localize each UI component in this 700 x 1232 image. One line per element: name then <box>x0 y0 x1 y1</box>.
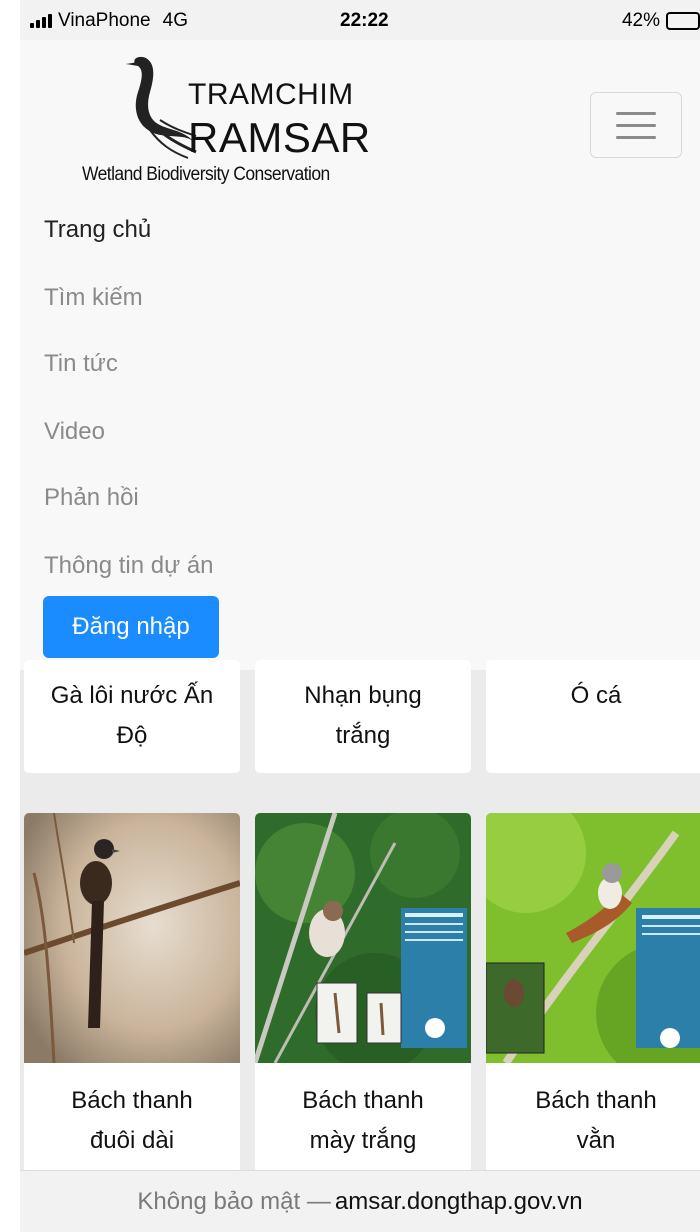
species-card[interactable]: Nhạn bụng trắng <box>255 660 471 773</box>
battery-info: 42% <box>622 10 700 32</box>
species-card[interactable]: Bách thanh vằn <box>486 813 700 1173</box>
carrier-info: VinaPhone 4G <box>30 10 188 32</box>
card-title-line1: Bách thanh <box>302 1087 424 1114</box>
network-type: 4G <box>162 10 188 31</box>
battery-icon <box>666 12 700 30</box>
species-card[interactable]: Gà lôi nước Ấn Độ <box>24 660 240 773</box>
signal-icon <box>30 14 52 28</box>
card-title-line2: mày trắng <box>309 1127 417 1154</box>
security-label: Không bảo mật — <box>137 1187 331 1215</box>
nav-item-search[interactable]: Tìm kiếm <box>44 284 143 312</box>
nav-item-home[interactable]: Trang chủ <box>44 216 151 244</box>
card-title-line2: trắng <box>335 722 391 749</box>
card-title-line1: Ó cá <box>570 682 622 709</box>
logo-line2: RAMSAR <box>188 114 371 161</box>
species-card[interactable]: Ó cá <box>486 660 700 773</box>
logo-tagline: Wetland Biodiversity Conservation <box>82 164 330 185</box>
species-photo <box>486 813 700 1063</box>
clock: 22:22 <box>340 10 389 31</box>
card-title-line1: Gà lôi nước Ấn <box>50 682 214 709</box>
hamburger-icon <box>616 111 656 115</box>
status-bar: VinaPhone 4G 22:22 42% <box>20 0 700 40</box>
nav-item-project-info[interactable]: Thông tin dự án <box>44 552 214 580</box>
species-card[interactable]: Bách thanh đuôi dài <box>24 813 240 1173</box>
site-header: TRAMCHIM RAMSAR Wetland Biodiversity Con… <box>20 40 700 200</box>
species-photo <box>255 813 471 1063</box>
card-title-line1: Bách thanh <box>71 1087 193 1114</box>
crane-logo-icon <box>126 56 197 159</box>
nav-menu: Trang chủ Tìm kiếm Tin tức Video Phản hồ… <box>20 200 700 670</box>
nav-item-video[interactable]: Video <box>44 418 105 446</box>
carrier-name: VinaPhone <box>58 10 151 31</box>
hamburger-icon-bar <box>616 135 656 139</box>
browser-viewport: VinaPhone 4G 22:22 42% TRAMCHIM RAMSAR W… <box>20 0 700 1232</box>
card-title-line1: Bách thanh <box>535 1087 657 1114</box>
species-card[interactable]: Bách thanh mày trắng <box>255 813 471 1173</box>
species-grid: Gà lôi nước Ấn Độ Nhạn bụng trắng Ó cá B… <box>20 660 700 1232</box>
login-button[interactable]: Đăng nhập <box>43 596 219 658</box>
battery-percent: 42% <box>621 10 660 31</box>
species-photo <box>24 813 240 1063</box>
site-logo[interactable]: TRAMCHIM RAMSAR Wetland Biodiversity Con… <box>80 40 380 200</box>
address-bar[interactable]: Không bảo mật — amsar.dongthap.gov.vn <box>20 1170 700 1232</box>
card-title-line2: đuôi dài <box>89 1127 175 1154</box>
menu-toggle-button[interactable] <box>590 92 682 158</box>
hamburger-icon-bar <box>616 123 656 127</box>
logo-line1: TRAMCHIM <box>188 78 354 111</box>
card-title-line1: Nhạn bụng <box>304 682 422 709</box>
nav-item-news[interactable]: Tin tức <box>44 350 118 378</box>
url-host: amsar.dongthap.gov.vn <box>334 1187 583 1215</box>
card-title-line2: vằn <box>576 1127 616 1154</box>
nav-item-feedback[interactable]: Phản hồi <box>44 484 139 512</box>
card-title-line2: Độ <box>116 722 148 749</box>
left-margin <box>0 0 20 1232</box>
